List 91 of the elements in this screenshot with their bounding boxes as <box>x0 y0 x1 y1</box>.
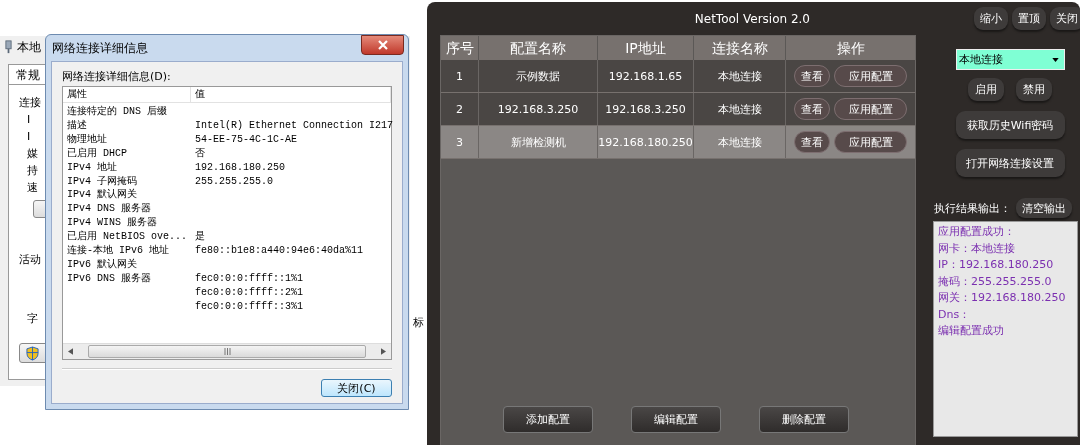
value-cell: Intel(R) Ethernet Connection I217 <box>195 118 394 133</box>
output-line: 网关：192.168.180.250 <box>938 290 1066 306</box>
table-cell: 192.168.3.250 <box>598 93 694 125</box>
table-cell: 2 <box>441 93 479 125</box>
property-cell-text: IPv4 子网掩码 <box>66 174 138 188</box>
property-cell-text: IPv4 DNS 服务器 <box>66 202 152 217</box>
table-row[interactable]: 2 192.168.3.250 192.168.3.250 本地连接 查看 应用配置 <box>441 93 915 126</box>
grip-icon <box>223 348 231 355</box>
config-button[interactable]: 添加配置 <box>503 406 593 433</box>
table-cell: 本地连接 <box>694 126 786 158</box>
output-line: IP：192.168.180.250 <box>938 257 1054 273</box>
value-cell: fec0:0:0:ffff::2%1 <box>195 285 304 300</box>
property-cell-text: 描述 <box>66 118 88 133</box>
tool-button[interactable]: 打开网络连接设置 <box>955 149 1065 177</box>
config-button[interactable]: 删除配置 <box>759 406 849 433</box>
output-label: 执行结果输出： <box>934 200 1011 216</box>
window-title: 本地 <box>17 38 41 56</box>
config-button[interactable]: 编辑配置 <box>631 406 721 433</box>
property-cell-text: IPv6 默认网关 <box>66 257 138 272</box>
table-cell: 192.168.3.250 <box>479 93 598 125</box>
column-header[interactable]: 属性 <box>63 87 191 102</box>
window-button[interactable]: 缩小 <box>974 7 1008 30</box>
value-cell: fec0:0:0:ffff::1%1 <box>195 271 304 286</box>
property-cell-text: 已启用 DHCP <box>66 146 128 161</box>
action-button[interactable]: 查看 <box>794 131 830 153</box>
value-cell: 192.168.180.250 <box>195 160 285 175</box>
field-label: 媒 <box>27 146 38 162</box>
label-fragment: 标 <box>413 315 424 330</box>
column-header: 操作 <box>835 39 866 58</box>
value-cell: 255.255.255.0 <box>195 174 273 189</box>
close-icon <box>377 40 388 50</box>
action-button[interactable]: 应用配置 <box>834 65 907 87</box>
value-cell: fe80::b1e8:a440:94e6:40da%11 <box>195 244 364 258</box>
app-title: NetTool Version 2.0 <box>693 10 811 28</box>
property-cell-text: IPv4 WINS 服务器 <box>66 216 158 230</box>
column-header[interactable]: 值 <box>191 87 391 102</box>
horizontal-scrollbar[interactable] <box>63 343 391 359</box>
group-label: 网络连接详细信息(D): <box>62 70 172 84</box>
field-label: 持 <box>27 163 38 179</box>
property-cell-text: 连接特定的 DNS 后缀 <box>66 105 168 119</box>
dropdown-arrow-icon <box>1051 57 1059 62</box>
property-cell-text: IPv4 默认网关 <box>66 188 138 203</box>
property-cell-text: IPv4 地址 <box>66 160 118 175</box>
field-label: 字 <box>27 311 38 327</box>
table-cell: 192.168.1.65 <box>598 60 694 92</box>
output-line: 编辑配置成功 <box>938 323 1004 339</box>
table-cell: 3 <box>441 126 479 158</box>
adapter-button[interactable]: 启用 <box>968 78 1004 101</box>
field-label: I <box>27 112 31 128</box>
network-adapter-icon <box>4 40 13 54</box>
action-button[interactable]: 查看 <box>794 98 830 120</box>
shield-icon <box>26 345 39 361</box>
table-cell: 192.168.180.250 <box>598 126 694 158</box>
property-cell-text: 物理地址 <box>66 132 108 147</box>
output-line: Dns： <box>938 306 971 323</box>
action-button[interactable]: 应用配置 <box>834 98 907 120</box>
action-button[interactable]: 应用配置 <box>834 131 907 153</box>
dialog-title: 网络连接详细信息 <box>52 39 148 57</box>
tool-button[interactable]: 获取历史Wifi密码 <box>955 111 1065 139</box>
close-dialog-button[interactable]: 关闭(C) <box>321 379 392 397</box>
table-cell: 本地连接 <box>694 60 786 92</box>
section-label: 活动 <box>19 252 41 268</box>
output-line: 掩码：255.255.255.0 <box>938 273 1052 290</box>
field-label: 速 <box>27 180 38 196</box>
table-row[interactable]: 1 示例数据 192.168.1.65 本地连接 查看 应用配置 <box>441 60 915 93</box>
field-label: I <box>27 129 31 145</box>
adapter-dropdown[interactable]: 本地连接 <box>955 49 1065 70</box>
table-cell: 本地连接 <box>694 93 786 125</box>
window-button[interactable]: 关闭 <box>1050 7 1080 30</box>
action-button[interactable]: 查看 <box>794 65 830 87</box>
table-row[interactable]: 3 新增检测机 192.168.180.250 本地连接 查看 应用配置 <box>441 126 915 159</box>
value-cell: 是 <box>195 230 205 245</box>
value-cell: fec0:0:0:ffff::3%1 <box>195 299 304 314</box>
clear-output-button[interactable]: 清空输出 <box>1016 198 1072 218</box>
property-cell-text: 连接-本地 IPv6 地址 <box>66 244 170 258</box>
value-cell: 54-EE-75-4C-1C-AE <box>195 132 298 147</box>
output-line: 应用配置成功： <box>938 224 1015 240</box>
window-button[interactable]: 置顶 <box>1012 7 1046 30</box>
right-arrow-icon <box>381 348 386 355</box>
value-cell: 否 <box>195 146 205 161</box>
table-cell: 1 <box>441 60 479 92</box>
table-cell: 新增检测机 <box>479 126 598 158</box>
output-line: 网卡：本地连接 <box>938 240 1015 257</box>
left-arrow-icon <box>68 348 73 355</box>
table-cell: 示例数据 <box>479 60 598 92</box>
scrollbar-thumb[interactable] <box>88 345 366 358</box>
close-button[interactable] <box>361 35 404 55</box>
property-cell-text: IPv6 DNS 服务器 <box>66 271 152 286</box>
section-label: 连接 <box>19 95 41 111</box>
property-cell-text: 已启用 NetBIOS ove... <box>66 230 188 244</box>
adapter-button[interactable]: 禁用 <box>1016 78 1052 101</box>
